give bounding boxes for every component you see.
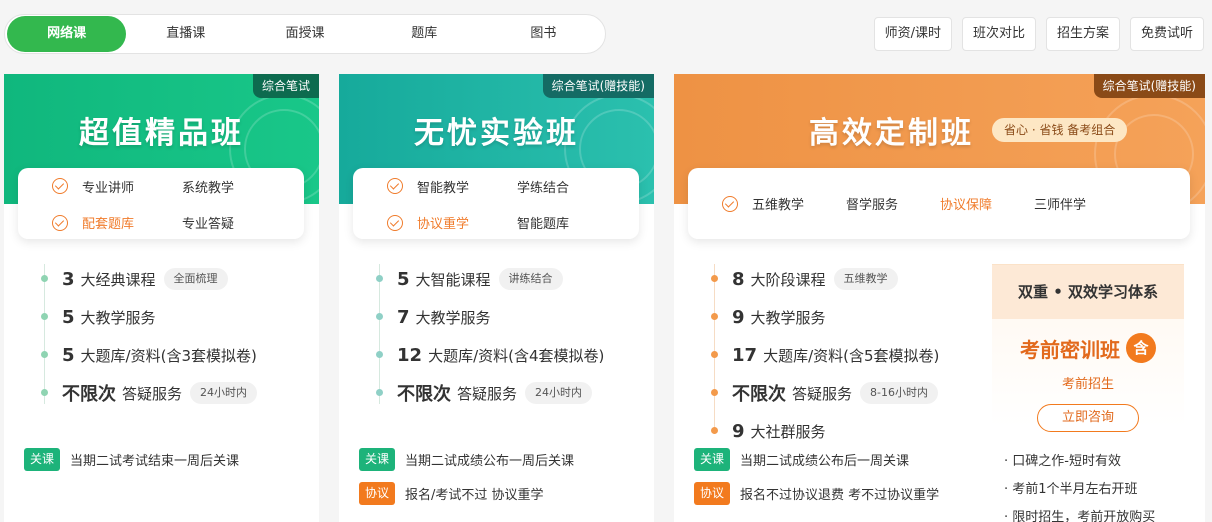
feature-item: 协议重学 — [387, 213, 517, 233]
list-item: 不限次 答疑服务 24小时内 — [376, 374, 604, 412]
included-badge-icon: 含 — [1126, 333, 1156, 363]
list-item: · 考前1个半月左右开班 — [1004, 482, 1138, 497]
course-card: 综合笔试 超值精品班 专业讲师 系统教学 配套题库 专业答疑 3 大经典课程 全面梳… — [4, 74, 319, 522]
bullet-dot-icon — [41, 351, 48, 358]
item-badge: 五维教学 — [833, 268, 898, 290]
close-note: 关课 当期二试考试结束一周后关课 — [24, 448, 239, 471]
item-badge: 24小时内 — [190, 382, 258, 404]
tab-face-course[interactable]: 面授课 — [245, 16, 364, 52]
list-item: 9 大教学服务 — [711, 298, 939, 336]
exam-tag: 综合笔试(赠技能) — [542, 74, 654, 98]
bullet-dot-icon — [711, 389, 718, 396]
feature-item: 督学服务 — [846, 198, 899, 213]
item-badge: 8-16小时内 — [860, 382, 938, 404]
tab-question-bank[interactable]: 题库 — [365, 16, 484, 52]
close-note: 关课 当期二试成绩公布一周后关课 — [359, 448, 574, 471]
feature-item: 智能题库 — [517, 217, 570, 232]
check-circle-icon — [387, 178, 403, 194]
promo-bullets: · 口碑之作-短时有效 · 考前1个半月左右开班 · 限时招生，考前开放购买 — [992, 448, 1184, 522]
consult-now-button[interactable]: 立即咨询 — [1037, 404, 1139, 432]
list-item: 7 大教学服务 — [376, 298, 604, 336]
list-item: 12 大题库/资料(含4套模拟卷) — [376, 336, 604, 374]
close-tag: 关课 — [694, 448, 731, 471]
check-circle-icon — [387, 214, 403, 231]
promo-heading: 双重 • 双效学习体系 — [992, 265, 1184, 319]
tab-online-course[interactable]: 网络课 — [7, 16, 127, 52]
agreement-note: 协议 报名/考试不过 协议重学 — [359, 482, 544, 505]
class-compare-button[interactable]: 班次对比 — [961, 17, 1036, 51]
agreement-tag: 协议 — [359, 482, 396, 505]
feature-item: 三师伴学 — [1034, 198, 1087, 213]
exam-tag: 综合笔试(赠技能) — [1093, 74, 1205, 98]
bullet-dot-icon — [41, 275, 48, 282]
bullet-dot-icon — [376, 351, 383, 358]
bullet-dot-icon — [376, 389, 383, 396]
feature-item: 系统教学 — [182, 180, 235, 196]
check-circle-icon — [52, 214, 68, 231]
enrollment-plan-button[interactable]: 招生方案 — [1045, 17, 1120, 51]
feature-item: 专业答疑 — [182, 217, 235, 232]
feature-item: 专业讲师 — [52, 176, 182, 196]
list-item: · 限时招生，考前开放购买 — [1004, 510, 1156, 522]
course-card: 综合笔试(赠技能) 无忧实验班 智能教学 学练结合 协议重学 智能题库 5 大智能… — [339, 74, 654, 522]
agreement-tag: 协议 — [694, 482, 731, 505]
item-badge: 全面梳理 — [163, 268, 228, 290]
promo-subtitle: 考前招生 — [1061, 377, 1114, 392]
free-trial-button[interactable]: 免费试听 — [1129, 17, 1204, 51]
list-item: 不限次 答疑服务 24小时内 — [41, 374, 258, 412]
service-list: 5 大智能课程 讲练结合 7 大教学服务 12 大题库/资料(含4套模拟卷) 不限次 答疑… — [376, 260, 604, 412]
combo-pill: 省心 · 省钱 备考组合 — [992, 118, 1128, 142]
close-tag: 关课 — [359, 448, 396, 471]
check-circle-icon — [722, 195, 738, 212]
close-tag: 关课 — [24, 448, 61, 471]
bullet-dot-icon — [711, 351, 718, 358]
list-item: · 口碑之作-短时有效 — [1004, 454, 1121, 469]
service-list: 8 大阶段课程 五维教学 9 大教学服务 17 大题库/资料(含5套模拟卷) 不限次 答疑… — [711, 260, 939, 450]
card-title: 无忧实验班 — [414, 116, 579, 151]
check-circle-icon — [52, 178, 68, 194]
right-button-group: 师资/课时 班次对比 招生方案 免费试听 — [873, 17, 1204, 51]
list-item: 5 大题库/资料(含3套模拟卷) — [41, 336, 257, 374]
agreement-note: 协议 报名不过协议退费 考不过协议重学 — [694, 482, 939, 505]
feature-box: 智能教学 学练结合 协议重学 智能题库 — [353, 168, 639, 239]
item-badge: 讲练结合 — [498, 268, 563, 290]
item-badge: 24小时内 — [525, 382, 593, 404]
service-list: 3 大经典课程 全面梳理 5 大教学服务 5 大题库/资料(含3套模拟卷) 不限次 答疑服… — [41, 260, 258, 412]
bullet-dot-icon — [41, 389, 48, 396]
feature-item: 配套题库 — [52, 213, 182, 233]
list-item: 5 大智能课程 讲练结合 — [376, 260, 604, 298]
list-item: 9 大社群服务 — [711, 412, 939, 450]
feature-item: 智能教学 — [387, 176, 517, 196]
promo-title: 考前密训班含 — [992, 333, 1184, 363]
card-title: 超值精品班 — [79, 116, 244, 151]
promo-side-panel: 双重 • 双效学习体系 考前密训班含 考前招生 立即咨询 · 口碑之作-短时有效… — [992, 264, 1184, 522]
list-item: 17 大题库/资料(含5套模拟卷) — [711, 336, 939, 374]
bullet-dot-icon — [711, 427, 718, 434]
list-item: 3 大经典课程 全面梳理 — [41, 260, 257, 298]
feature-item: 学练结合 — [517, 180, 570, 196]
course-card: 综合笔试(赠技能) 高效定制班 省心 · 省钱 备考组合 五维教学 督学服务 协… — [674, 74, 1205, 522]
feature-box: 五维教学 督学服务 协议保障 三师伴学 — [688, 168, 1190, 239]
bullet-dot-icon — [711, 275, 718, 282]
exam-tag: 综合笔试 — [252, 74, 319, 98]
bullet-dot-icon — [711, 313, 718, 320]
course-type-tabs: 网络课 直播课 面授课 题库 图书 — [4, 14, 606, 54]
list-item: 5 大教学服务 — [41, 298, 257, 336]
card-title: 高效定制班 — [809, 116, 974, 151]
feature-item: 五维教学 — [722, 194, 804, 214]
close-note: 关课 当期二试成绩公布后一周关课 — [694, 448, 909, 471]
bullet-dot-icon — [376, 313, 383, 320]
bullet-dot-icon — [376, 275, 383, 282]
tab-live-course[interactable]: 直播课 — [126, 16, 245, 52]
list-item: 8 大阶段课程 五维教学 — [711, 260, 939, 298]
feature-item: 协议保障 — [940, 198, 993, 213]
teachers-hours-button[interactable]: 师资/课时 — [873, 17, 952, 51]
list-item: 不限次 答疑服务 8-16小时内 — [711, 374, 939, 412]
tab-books[interactable]: 图书 — [484, 16, 603, 52]
feature-box: 专业讲师 系统教学 配套题库 专业答疑 — [18, 168, 304, 239]
bullet-dot-icon — [41, 313, 48, 320]
